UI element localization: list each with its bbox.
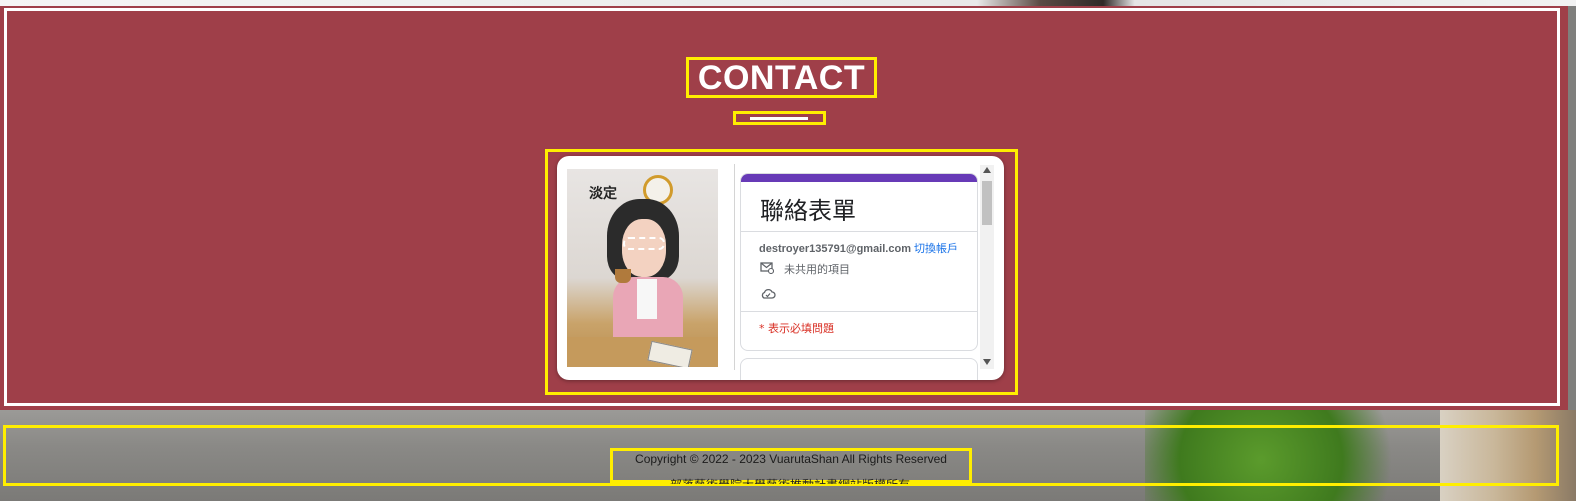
contact-heading: CONTACT	[686, 57, 877, 98]
heading-underline-box	[733, 111, 826, 125]
card-divider	[734, 164, 735, 370]
account-line: destroyer135791@gmail.com 切換帳戶	[759, 240, 958, 256]
avatar-table	[567, 337, 718, 367]
form-accent-bar	[741, 174, 977, 182]
avatar-illustration: 淡定	[567, 169, 718, 367]
heading-underline	[750, 117, 808, 120]
coffee-cup-icon	[615, 269, 631, 283]
required-note: * 表示必填問題	[759, 322, 834, 335]
contact-section: CONTACT 淡定 聯絡表單 destroyer135791@gmail.co…	[0, 6, 1568, 410]
google-form-header-card: 聯絡表單 destroyer135791@gmail.com 切換帳戶 未共用的項…	[740, 173, 978, 351]
scroll-thumb[interactable]	[982, 181, 992, 225]
avatar-sign: 淡定	[589, 186, 617, 202]
form-separator-2	[741, 311, 977, 312]
form-embed-frame: 淡定 聯絡表單 destroyer135791@gmail.com 切換帳戶 未…	[545, 149, 1018, 395]
account-email: destroyer135791@gmail.com	[759, 243, 911, 255]
footer: Copyright © 2022 - 2023 VuarutaShan All …	[0, 410, 1576, 501]
not-shared-row: 未共用的項目	[760, 261, 850, 277]
form-question-card	[740, 358, 978, 380]
cloud-check-icon	[760, 285, 776, 304]
copyright-text: Copyright © 2022 - 2023 VuarutaShan All …	[635, 452, 947, 466]
mail-shared-icon	[760, 261, 775, 277]
switch-account-link[interactable]: 切換帳戶	[914, 243, 958, 255]
avatar-glasses	[623, 237, 665, 250]
footer-subline: 部落藝術學院大學藝術推動計畫網站版權所有	[640, 476, 940, 484]
scroll-down-arrow-icon[interactable]	[983, 359, 991, 365]
form-embed-card[interactable]: 淡定 聯絡表單 destroyer135791@gmail.com 切換帳戶 未…	[557, 156, 1004, 380]
form-separator	[741, 231, 977, 232]
form-title: 聯絡表單	[760, 197, 856, 225]
avatar-shirt	[637, 279, 657, 319]
cloud-row	[760, 285, 776, 304]
not-shared-text: 未共用的項目	[784, 263, 850, 276]
embed-scrollbar[interactable]	[980, 165, 994, 369]
scroll-up-arrow-icon[interactable]	[983, 167, 991, 173]
